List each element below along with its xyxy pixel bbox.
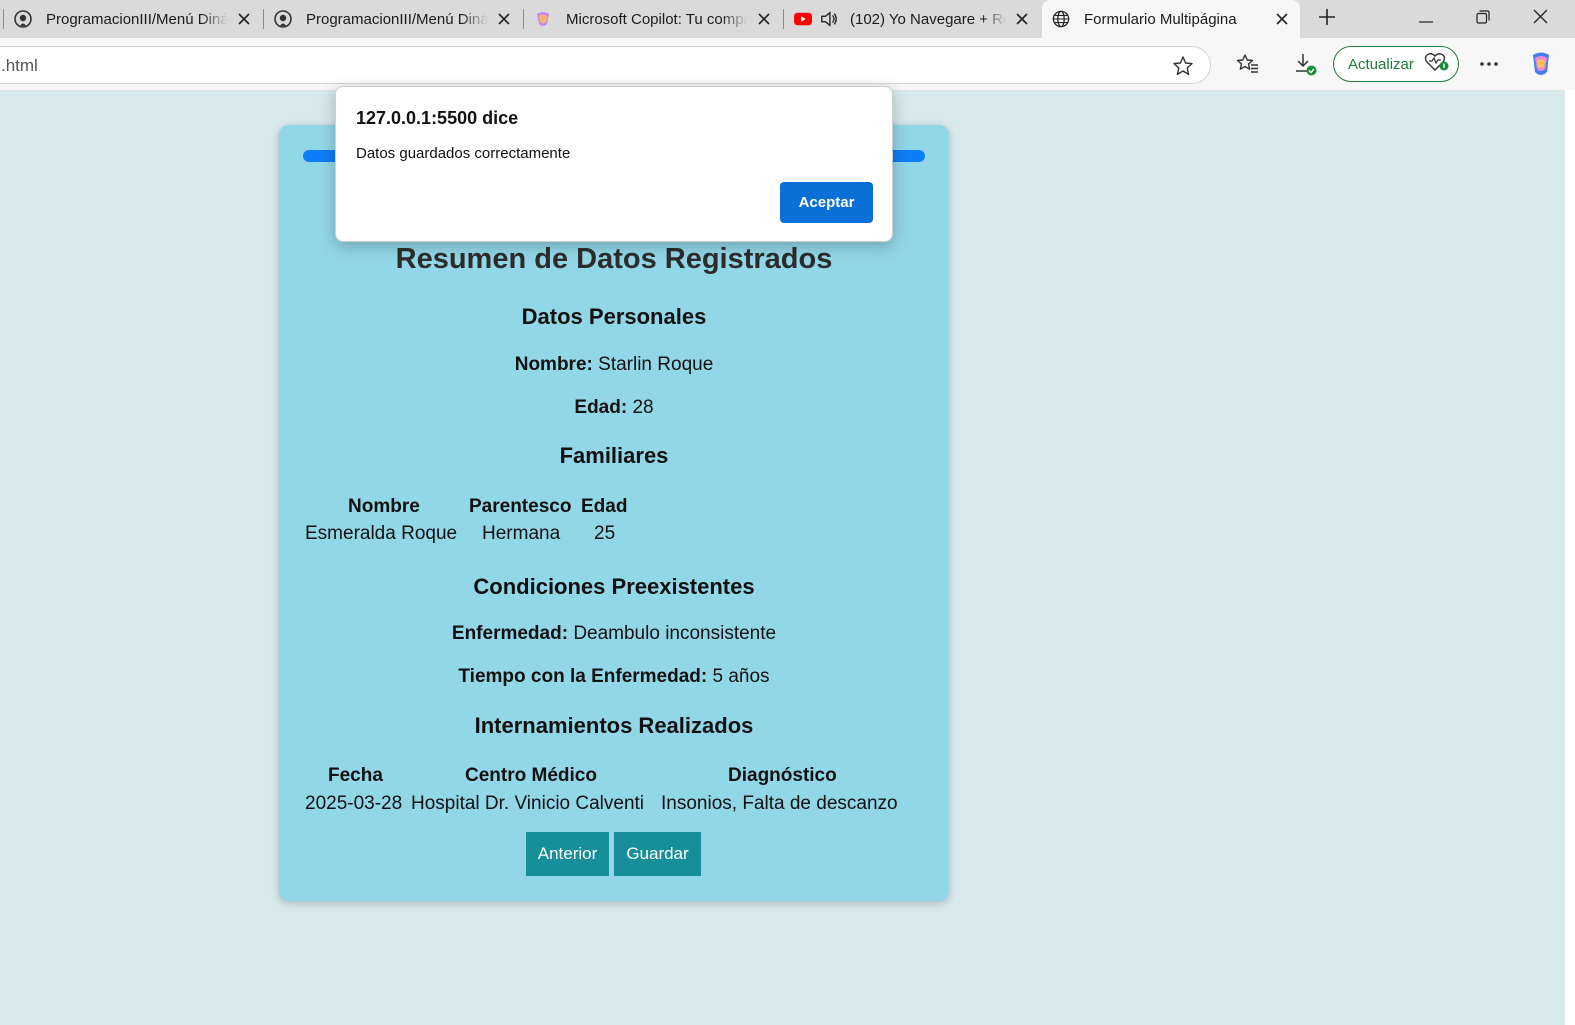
copilot-icon bbox=[534, 10, 552, 28]
tab-title: ProgramacionIII/Menú Dinámico bbox=[46, 10, 228, 28]
favorites-icon[interactable] bbox=[1234, 50, 1262, 78]
close-window-button[interactable] bbox=[1512, 0, 1568, 38]
close-tab-icon[interactable] bbox=[496, 11, 512, 27]
hosp-col-diagnosis: Diagnóstico bbox=[728, 765, 837, 786]
tab-formulario[interactable]: Formulario Multipágina bbox=[1042, 0, 1300, 38]
restore-button[interactable] bbox=[1455, 0, 1511, 38]
plus-icon bbox=[1318, 8, 1336, 31]
family-cell-relation: Hermana bbox=[482, 523, 561, 544]
disease-time-line: Tiempo con la Enfermedad: 5 años bbox=[279, 666, 949, 688]
family-col-name: Nombre bbox=[348, 496, 420, 517]
name-value: Starlin Roque bbox=[598, 354, 714, 375]
downloads-icon[interactable] bbox=[1291, 50, 1319, 78]
tab-youtube[interactable]: (102) Yo Navegare + Ro bbox=[784, 0, 1040, 38]
tab-github-2[interactable]: ProgramacionIII/Menú Dinámico bbox=[264, 0, 522, 38]
dialog-ok-button[interactable]: Aceptar bbox=[780, 182, 873, 223]
github-icon bbox=[14, 10, 32, 28]
restore-icon bbox=[1476, 9, 1490, 29]
hosp-col-center: Centro Médico bbox=[465, 765, 597, 786]
close-tab-icon[interactable] bbox=[1274, 11, 1290, 27]
more-options-icon[interactable] bbox=[1475, 50, 1503, 78]
page-title: Resumen de Datos Registrados bbox=[395, 243, 833, 275]
age-value: 28 bbox=[632, 397, 654, 418]
family-heading: Familiares bbox=[559, 443, 669, 468]
globe-icon bbox=[1052, 10, 1070, 28]
speaker-icon[interactable] bbox=[820, 10, 838, 28]
close-tab-icon[interactable] bbox=[1014, 11, 1030, 27]
save-button[interactable]: Guardar bbox=[614, 832, 701, 876]
disease-time-label: Tiempo con la Enfermedad: bbox=[458, 666, 708, 687]
close-tab-icon[interactable] bbox=[236, 11, 252, 27]
personal-data-heading: Datos Personales bbox=[521, 304, 707, 329]
tab-strip: ProgramacionIII/Menú Dinámico Programaci… bbox=[0, 0, 1575, 38]
tab-title: Formulario Multipágina bbox=[1084, 10, 1237, 28]
name-label: Nombre: bbox=[514, 354, 593, 375]
update-label: Actualizar bbox=[1348, 55, 1414, 73]
family-cell-name: Esmeralda Roque bbox=[305, 523, 458, 544]
disease-time-value: 5 años bbox=[712, 666, 770, 687]
address-url[interactable]: .html bbox=[1, 56, 38, 76]
hosp-cell-center: Hospital Dr. Vinicio Calventi bbox=[411, 793, 645, 814]
update-button[interactable]: Actualizar bbox=[1333, 46, 1459, 82]
browser-toolbar: .html Actualizar bbox=[0, 38, 1575, 90]
minimize-icon bbox=[1419, 10, 1433, 28]
disease-label: Enfermedad: bbox=[451, 623, 569, 644]
dialog-message: Datos guardados correctamente bbox=[356, 145, 571, 162]
family-col-age: Edad bbox=[581, 496, 628, 517]
close-tab-icon[interactable] bbox=[756, 11, 772, 27]
family-cell-age: 25 bbox=[594, 523, 616, 544]
minimize-button[interactable] bbox=[1398, 0, 1454, 38]
tab-copilot[interactable]: Microsoft Copilot: Tu compañero de IA bbox=[524, 0, 782, 38]
disease-line: Enfermedad: Deambulo inconsistente bbox=[279, 623, 949, 645]
vertical-scrollbar[interactable] bbox=[1565, 90, 1575, 1025]
conditions-heading: Condiciones Preexistentes bbox=[473, 574, 755, 599]
favorite-star-icon[interactable] bbox=[1172, 55, 1194, 82]
github-icon bbox=[274, 10, 292, 28]
hosp-cell-date: 2025-03-28 bbox=[305, 793, 403, 814]
hosp-cell-diagnosis: Insonios, Falta de descanzo bbox=[661, 793, 898, 814]
tab-github-1[interactable]: ProgramacionIII/Menú Dinámico bbox=[4, 0, 262, 38]
close-icon bbox=[1533, 9, 1548, 29]
alert-dialog: 127.0.0.1:5500 dice Datos guardados corr… bbox=[335, 86, 893, 242]
dialog-origin: 127.0.0.1:5500 dice bbox=[356, 108, 519, 128]
copilot-icon[interactable] bbox=[1527, 50, 1555, 78]
new-tab-button[interactable] bbox=[1313, 5, 1341, 33]
hospitalizations-heading: Internamientos Realizados bbox=[474, 713, 754, 738]
disease-value: Deambulo inconsistente bbox=[573, 623, 777, 644]
tab-title: (102) Yo Navegare + Ro bbox=[850, 10, 1006, 28]
name-line: Nombre: Starlin Roque bbox=[279, 354, 949, 376]
hosp-col-date: Fecha bbox=[328, 765, 383, 786]
tab-title: Microsoft Copilot: Tu compañero de IA bbox=[566, 10, 748, 28]
tab-title: ProgramacionIII/Menú Dinámico bbox=[306, 10, 488, 28]
age-line: Edad: 28 bbox=[279, 397, 949, 419]
health-heart-icon bbox=[1424, 51, 1450, 77]
address-bar[interactable]: .html bbox=[0, 46, 1211, 84]
family-col-relation: Parentesco bbox=[469, 496, 572, 517]
previous-button[interactable]: Anterior bbox=[526, 832, 609, 876]
youtube-icon bbox=[794, 10, 812, 28]
age-label: Edad: bbox=[574, 397, 628, 418]
